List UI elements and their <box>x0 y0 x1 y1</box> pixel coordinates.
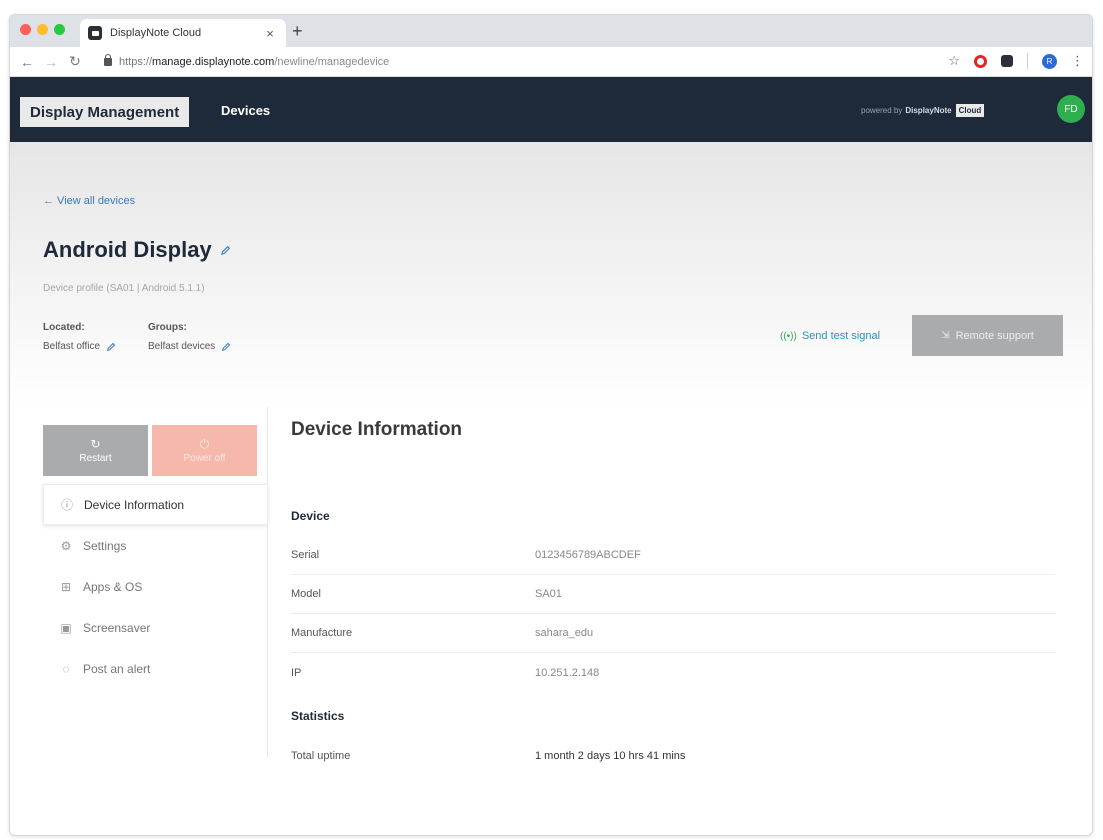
info-key: Total uptime <box>291 749 351 762</box>
browser-menu-icon[interactable]: ⋮ <box>1071 53 1084 69</box>
info-value: sahara_edu <box>535 627 594 639</box>
info-value: 1 month 2 days 10 hrs 41 mins <box>535 749 686 762</box>
power-icon: ⏻ <box>199 436 210 451</box>
info-key: Model <box>291 588 321 600</box>
display-management-logo[interactable]: Display Management <box>20 97 190 127</box>
edit-pencil-icon[interactable] <box>220 245 231 256</box>
minimize-window-button[interactable] <box>37 24 48 35</box>
grid-icon: ⊞ <box>60 579 72 594</box>
window-controls <box>20 24 65 35</box>
located-label: Located: <box>43 322 85 333</box>
gear-icon: ⚙ <box>60 538 72 553</box>
section-title: Device Information <box>291 419 463 440</box>
restart-label: Restart <box>79 452 112 464</box>
url-path: /newline/managedevice <box>274 56 390 68</box>
reload-icon[interactable]: ↻ <box>68 53 82 70</box>
sidebar-item-label: Screensaver <box>83 620 151 635</box>
info-icon: ⓘ <box>60 498 73 512</box>
chat-bubble-icon: ◌ <box>62 661 70 676</box>
sidebar-item-label: Device Information <box>84 497 185 512</box>
device-hero: ← View all devices Android Display Devic… <box>10 142 1092 407</box>
sidebar: ↻ Restart ⏻ Power off ⓘ Device Informati… <box>43 417 268 689</box>
sidebar-item-device-information[interactable]: ⓘ Device Information <box>43 484 268 525</box>
forward-arrow-icon[interactable]: → <box>44 54 58 70</box>
restart-button[interactable]: ↻ Restart <box>43 425 148 476</box>
view-all-devices-link[interactable]: ← View all devices <box>43 195 135 207</box>
sidebar-item-label: Settings <box>83 538 127 553</box>
opera-extension-icon[interactable] <box>974 54 987 68</box>
lock-icon <box>104 54 112 66</box>
remote-support-icon: ⇲ <box>941 330 950 341</box>
info-key: Serial <box>291 549 320 561</box>
cloud-badge: Cloud <box>955 104 985 117</box>
groups-text: Belfast devices <box>148 341 216 352</box>
edit-location-pencil-icon[interactable] <box>106 342 116 352</box>
address-bar[interactable]: https:// manage.displaynote.com /newline… <box>104 52 389 72</box>
powered-by-brand: DisplayNote <box>905 106 952 115</box>
sidebar-item-post-alert[interactable]: ◌ Post an alert <box>43 648 268 689</box>
toolbar-actions: ☆ R ⋮ <box>948 53 1084 69</box>
remote-support-button[interactable]: ⇲ Remote support <box>912 315 1063 356</box>
app-header: Display Management Devices powered by Di… <box>10 77 1092 142</box>
displaynote-favicon-icon <box>88 26 102 40</box>
info-value: 0123456789ABCDEF <box>535 549 641 561</box>
powered-by: powered by DisplayNote Cloud <box>861 104 985 117</box>
device-actions: ↻ Restart ⏻ Power off <box>43 417 268 476</box>
located-value: Belfast office <box>43 341 116 352</box>
url-scheme: https:// <box>119 56 153 68</box>
browser-profile-avatar[interactable]: R <box>1042 53 1057 69</box>
tab-title: DisplayNote Cloud <box>110 27 202 39</box>
info-row-ip: IP 10.251.2.148 <box>291 653 1055 692</box>
close-window-button[interactable] <box>20 24 31 35</box>
send-test-signal-button[interactable]: ((•)) Send test signal <box>780 330 880 342</box>
browser-window: DisplayNote Cloud × + ← → ↻ https:// man… <box>9 14 1093 836</box>
sidebar-item-label: Apps & OS <box>83 579 143 594</box>
groups-value: Belfast devices <box>148 341 231 352</box>
nav-devices-link[interactable]: Devices <box>221 103 270 118</box>
edit-groups-pencil-icon[interactable] <box>221 342 231 352</box>
info-row-manufacture: Manufacture sahara_edu <box>291 614 1055 653</box>
sidebar-item-apps-os[interactable]: ⊞ Apps & OS <box>43 566 268 607</box>
bookmark-star-icon[interactable]: ☆ <box>948 53 960 69</box>
powered-by-text: powered by <box>861 106 903 115</box>
info-value: 10.251.2.148 <box>535 666 600 679</box>
remote-support-label: Remote support <box>955 329 1034 342</box>
page-title: Android Display <box>43 237 231 263</box>
info-row-total-uptime: Total uptime 1 month 2 days 10 hrs 41 mi… <box>291 736 1055 775</box>
info-value: SA01 <box>535 588 562 600</box>
extension-icon[interactable] <box>1001 55 1013 67</box>
signal-broadcast-icon: ((•)) <box>780 330 797 342</box>
info-key: Manufacture <box>291 627 353 639</box>
toolbar-divider <box>1027 53 1028 69</box>
info-row-serial: Serial 0123456789ABCDEF <box>291 536 1055 575</box>
device-group-title: Device <box>291 509 330 523</box>
tab-close-icon[interactable]: × <box>262 26 278 41</box>
url-host: manage.displaynote.com <box>152 56 275 68</box>
info-key: IP <box>291 666 302 679</box>
content-area: ↻ Restart ⏻ Power off ⓘ Device Informati… <box>10 407 1092 835</box>
device-profile: Device profile (SA01 | Android 5.1.1) <box>43 283 205 294</box>
maximize-window-button[interactable] <box>54 24 65 35</box>
sidebar-item-settings[interactable]: ⚙ Settings <box>43 525 268 566</box>
browser-tab[interactable]: DisplayNote Cloud × <box>80 19 286 47</box>
sidebar-menu: ⓘ Device Information ⚙ Settings ⊞ Apps &… <box>43 484 268 689</box>
browser-tab-strip: DisplayNote Cloud × + <box>10 15 1092 47</box>
located-text: Belfast office <box>43 341 101 352</box>
power-off-label: Power off <box>183 452 226 464</box>
user-avatar[interactable]: FD <box>1057 95 1085 123</box>
statistics-group-title: Statistics <box>291 709 345 723</box>
device-information-panel: Device Information Device Serial 0123456… <box>291 407 1055 775</box>
back-arrow-icon[interactable]: ← <box>20 54 34 70</box>
new-tab-button[interactable]: + <box>292 21 303 41</box>
info-row-model: Model SA01 <box>291 575 1055 614</box>
device-name: Android Display <box>43 237 212 262</box>
image-icon: ▣ <box>60 620 72 635</box>
restart-icon: ↻ <box>90 436 101 451</box>
browser-toolbar: ← → ↻ https:// manage.displaynote.com /n… <box>10 47 1092 77</box>
sidebar-item-label: Post an alert <box>83 661 151 676</box>
groups-label: Groups: <box>148 322 187 333</box>
send-test-signal-label: Send test signal <box>801 330 881 342</box>
sidebar-item-screensaver[interactable]: ▣ Screensaver <box>43 607 268 648</box>
power-off-button[interactable]: ⏻ Power off <box>152 425 257 476</box>
